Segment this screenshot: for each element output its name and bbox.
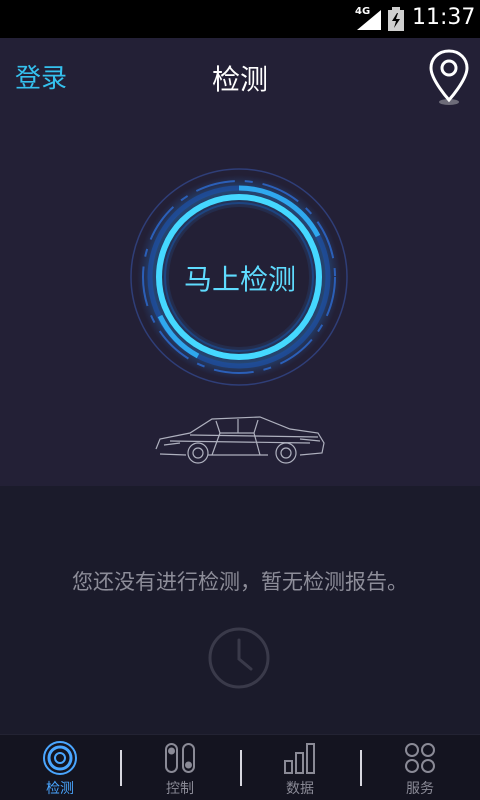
control-icon [165, 743, 195, 773]
start-detect-button[interactable]: 马上检测 [155, 193, 325, 363]
detect-icon [43, 741, 77, 775]
start-detect-label: 马上检测 [183, 263, 296, 296]
nav-label-data: 数据 [286, 781, 314, 797]
location-pin-icon[interactable] [426, 48, 472, 108]
service-dots-icon [405, 743, 435, 773]
nav-label-service: 服务 [406, 781, 434, 797]
nav-tab-detect[interactable]: 检测 [0, 735, 120, 800]
nav-divider [240, 750, 242, 786]
status-bar: 4G 11:37 [0, 0, 480, 38]
battery-charging-icon [388, 7, 404, 31]
page-title: 检测 [211, 63, 268, 96]
bottom-navigation: 检测 控制 数据 服务 [0, 734, 480, 800]
nav-divider [120, 750, 122, 786]
status-clock: 11:37 [412, 5, 476, 30]
no-report-message: 您还没有进行检测，暂无检测报告。 [72, 570, 408, 594]
nav-tab-service[interactable]: 服务 [360, 735, 480, 800]
nav-tab-control[interactable]: 控制 [120, 735, 240, 800]
signal-strength-icon [357, 10, 381, 30]
car-wireframe-image [155, 416, 325, 464]
report-empty-state: 您还没有进行检测，暂无检测报告。 [0, 486, 480, 734]
nav-divider [360, 750, 362, 786]
detect-panel: 马上检测 [0, 116, 480, 486]
nav-label-control: 控制 [166, 781, 194, 797]
header-bar: 登录 检测 [0, 38, 480, 116]
nav-label-detect: 检测 [46, 781, 74, 797]
nav-tab-data[interactable]: 数据 [240, 735, 360, 800]
data-bars-icon [284, 743, 315, 774]
clock-icon [208, 627, 270, 689]
